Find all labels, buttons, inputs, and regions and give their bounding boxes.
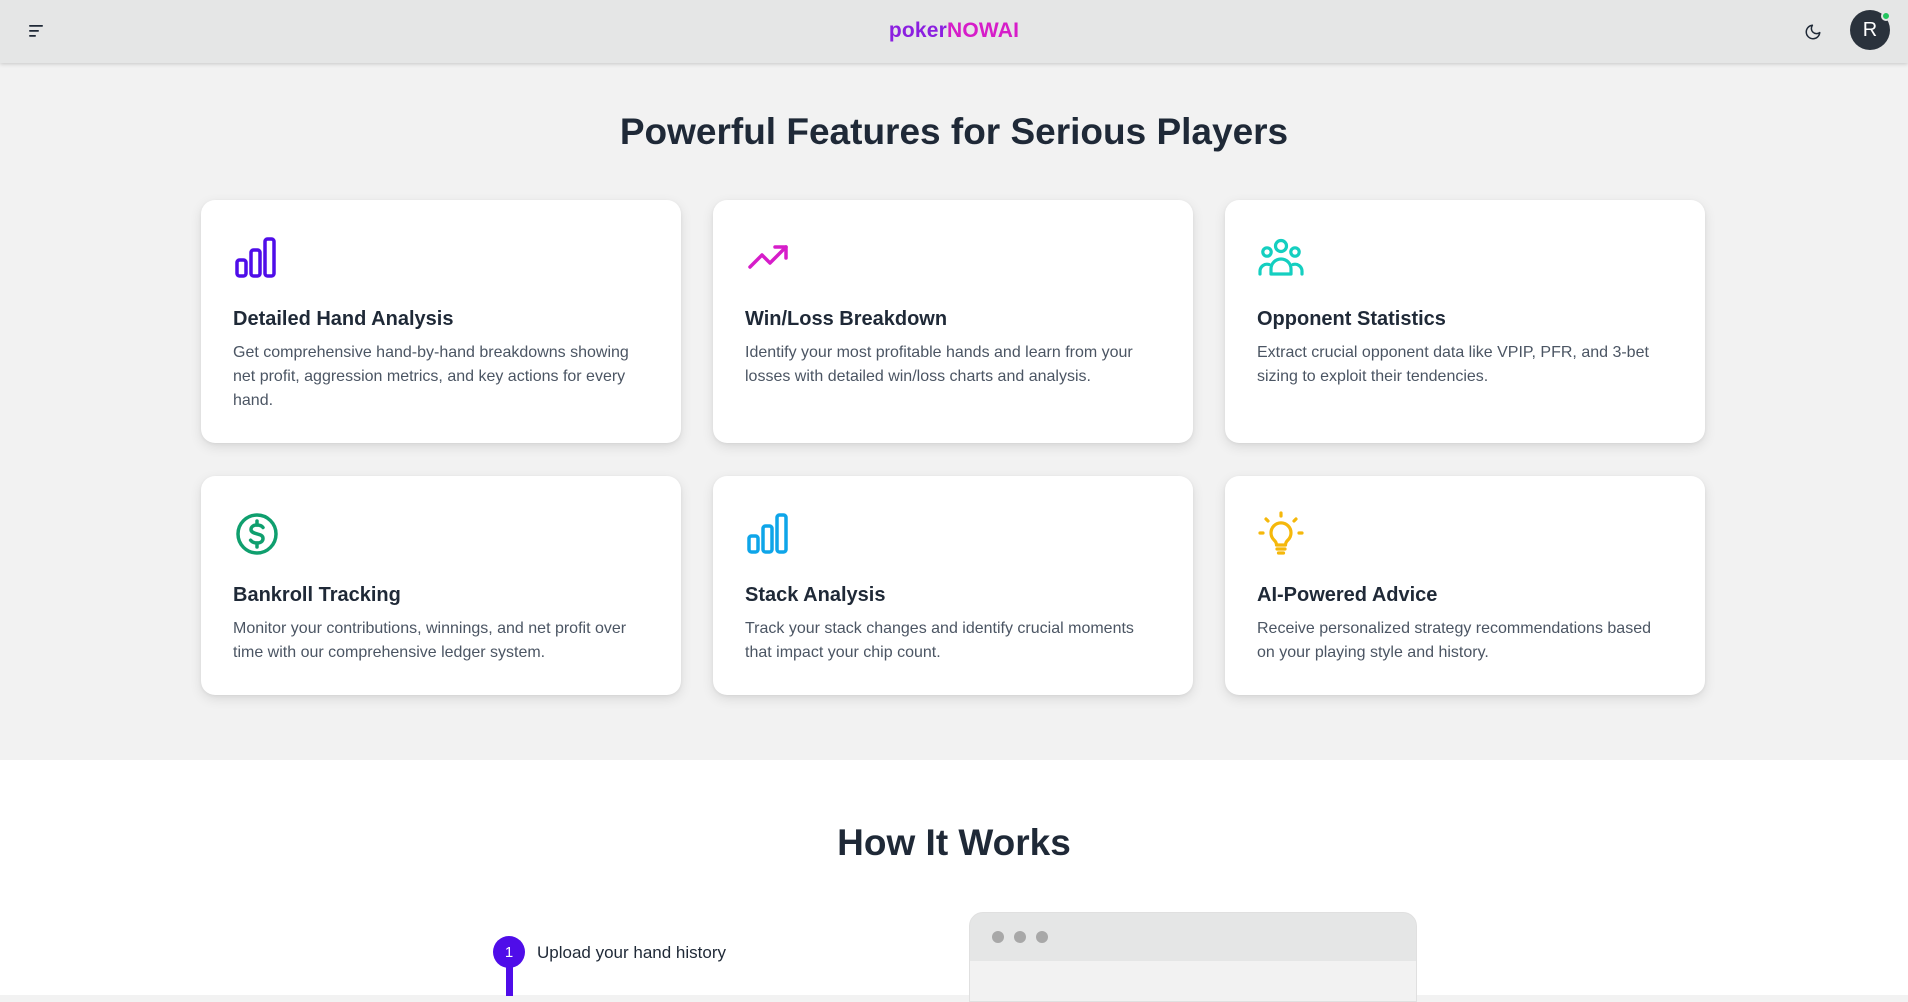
browser-mockup xyxy=(969,912,1417,1002)
feature-description: Track your stack changes and identify cr… xyxy=(745,620,1134,661)
dollar-circle-icon xyxy=(236,513,278,555)
lightbulb-icon xyxy=(1258,511,1304,555)
feature-description: Get comprehensive hand-by-hand breakdown… xyxy=(233,344,629,409)
feature-card-ai-advice: AI-Powered Advice Receive personalized s… xyxy=(1225,476,1705,695)
step-number-badge: 1 xyxy=(493,936,525,968)
feature-card-bankroll: Bankroll Tracking Monitor your contribut… xyxy=(201,476,681,695)
moon-icon xyxy=(1805,24,1821,40)
online-status-dot xyxy=(1881,11,1891,21)
feature-card-opponent-stats: Opponent Statistics Extract crucial oppo… xyxy=(1225,200,1705,443)
feature-title: Stack Analysis xyxy=(745,584,886,606)
theme-toggle-button[interactable] xyxy=(1798,17,1828,47)
trending-up-icon xyxy=(748,245,788,269)
feature-description: Extract crucial opponent data like VPIP,… xyxy=(1257,344,1649,385)
bar-chart-icon xyxy=(747,513,788,554)
browser-mockup-toolbar xyxy=(970,913,1416,961)
feature-title: Opponent Statistics xyxy=(1257,308,1446,330)
user-avatar[interactable]: R xyxy=(1850,10,1891,50)
brand-text-poker: poker xyxy=(888,19,947,42)
features-title: Powerful Features for Serious Players xyxy=(619,111,1289,152)
brand-text-nowai: NOWAI xyxy=(947,19,1020,42)
feature-card-stack-analysis: Stack Analysis Track your stack changes … xyxy=(713,476,1193,695)
top-navbar: pokerNOWAI R xyxy=(0,0,1908,63)
feature-title: Win/Loss Breakdown xyxy=(745,308,948,330)
feature-title: Bankroll Tracking xyxy=(233,584,401,606)
how-it-works-section: How It Works 1 Upload your hand history xyxy=(0,760,1908,1002)
window-dot-icon xyxy=(992,931,1004,943)
step-connector xyxy=(506,966,513,996)
browser-mockup-content xyxy=(970,961,1416,1001)
window-dot-icon xyxy=(1036,931,1048,943)
feature-card-win-loss: Win/Loss Breakdown Identify your most pr… xyxy=(713,200,1193,443)
bar-chart-icon xyxy=(235,237,276,278)
users-icon xyxy=(1258,238,1304,276)
brand-logo[interactable]: pokerNOWAI xyxy=(0,19,1908,43)
feature-title: AI-Powered Advice xyxy=(1257,584,1438,606)
feature-description: Identify your most profitable hands and … xyxy=(745,344,1133,385)
features-section: Powerful Features for Serious Players De… xyxy=(0,63,1908,760)
feature-card-hand-analysis: Detailed Hand Analysis Get comprehensive… xyxy=(201,200,681,443)
feature-description: Receive personalized strategy recommenda… xyxy=(1257,620,1651,661)
window-dot-icon xyxy=(1014,931,1026,943)
step-item: 1 Upload your hand history xyxy=(493,936,793,996)
how-it-works-title: How It Works xyxy=(837,822,1071,863)
feature-description: Monitor your contributions, winnings, an… xyxy=(233,620,627,661)
avatar-initial: R xyxy=(1862,18,1878,41)
feature-title: Detailed Hand Analysis xyxy=(233,308,454,330)
step-label: Upload your hand history xyxy=(537,943,727,962)
